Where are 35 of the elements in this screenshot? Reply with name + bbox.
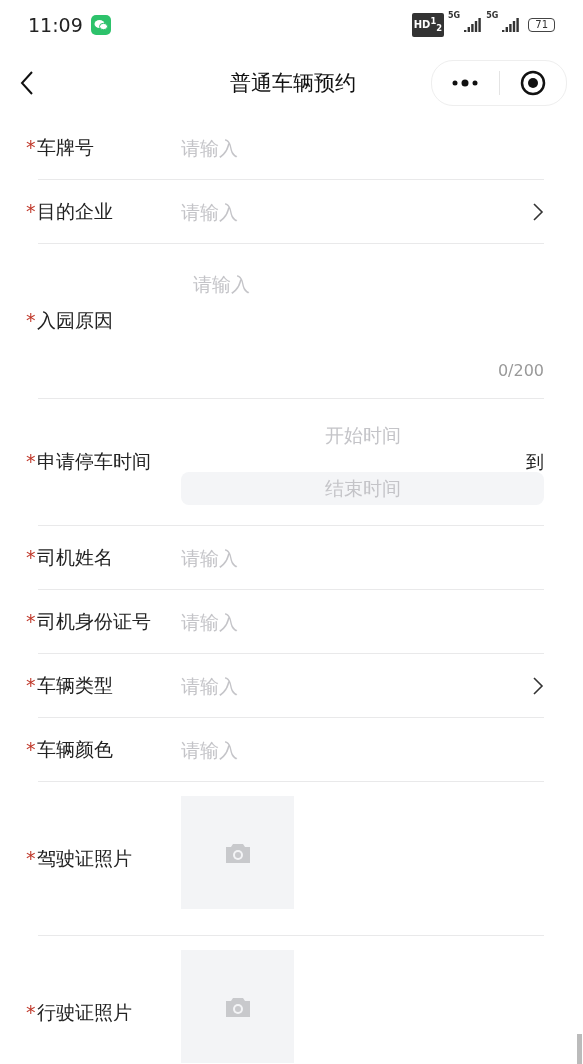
- target-icon: [519, 70, 546, 96]
- camera-icon: [223, 995, 252, 1018]
- scrollbar: [577, 1034, 582, 1064]
- field-label: *司机身份证号: [26, 608, 152, 634]
- field-label: *目的企业: [26, 198, 114, 224]
- text-input[interactable]: 请输入: [181, 738, 544, 761]
- signal-icon: [502, 18, 521, 32]
- field-label: *入园原因: [26, 308, 114, 333]
- text-input[interactable]: 请输入: [181, 674, 532, 697]
- text-input[interactable]: 请输入: [181, 136, 544, 159]
- network-type: 5G: [486, 11, 499, 21]
- range-separator: 到: [526, 450, 544, 474]
- battery-icon: 71: [528, 18, 555, 32]
- more-icon: [451, 79, 480, 87]
- chat-app-icon: [90, 15, 111, 35]
- chevron-right-icon: [532, 675, 544, 696]
- camera-icon: [223, 841, 252, 864]
- status-time: 11:09: [28, 14, 83, 36]
- field-label: *车辆类型: [26, 672, 114, 698]
- field-label: *申请停车时间: [26, 449, 152, 474]
- field-label: *车辆颜色: [26, 736, 114, 762]
- field-label: *车牌号: [26, 134, 95, 160]
- page-title: 普通车辆预约: [229, 70, 356, 97]
- back-icon[interactable]: [20, 70, 34, 96]
- chevron-right-icon: [532, 201, 544, 222]
- text-input[interactable]: 请输入: [181, 610, 544, 633]
- start-time-picker[interactable]: 开始时间: [181, 419, 544, 452]
- char-counter: 0/200: [497, 361, 544, 380]
- text-input[interactable]: 请输入: [181, 200, 532, 223]
- field-label: *驾驶证照片: [26, 845, 133, 871]
- field-label: *行驶证照片: [26, 999, 133, 1025]
- network-type: 5G: [448, 11, 461, 21]
- field-label: *司机姓名: [26, 544, 114, 570]
- signal-icon: [464, 18, 483, 32]
- text-input[interactable]: 请输入: [181, 546, 544, 569]
